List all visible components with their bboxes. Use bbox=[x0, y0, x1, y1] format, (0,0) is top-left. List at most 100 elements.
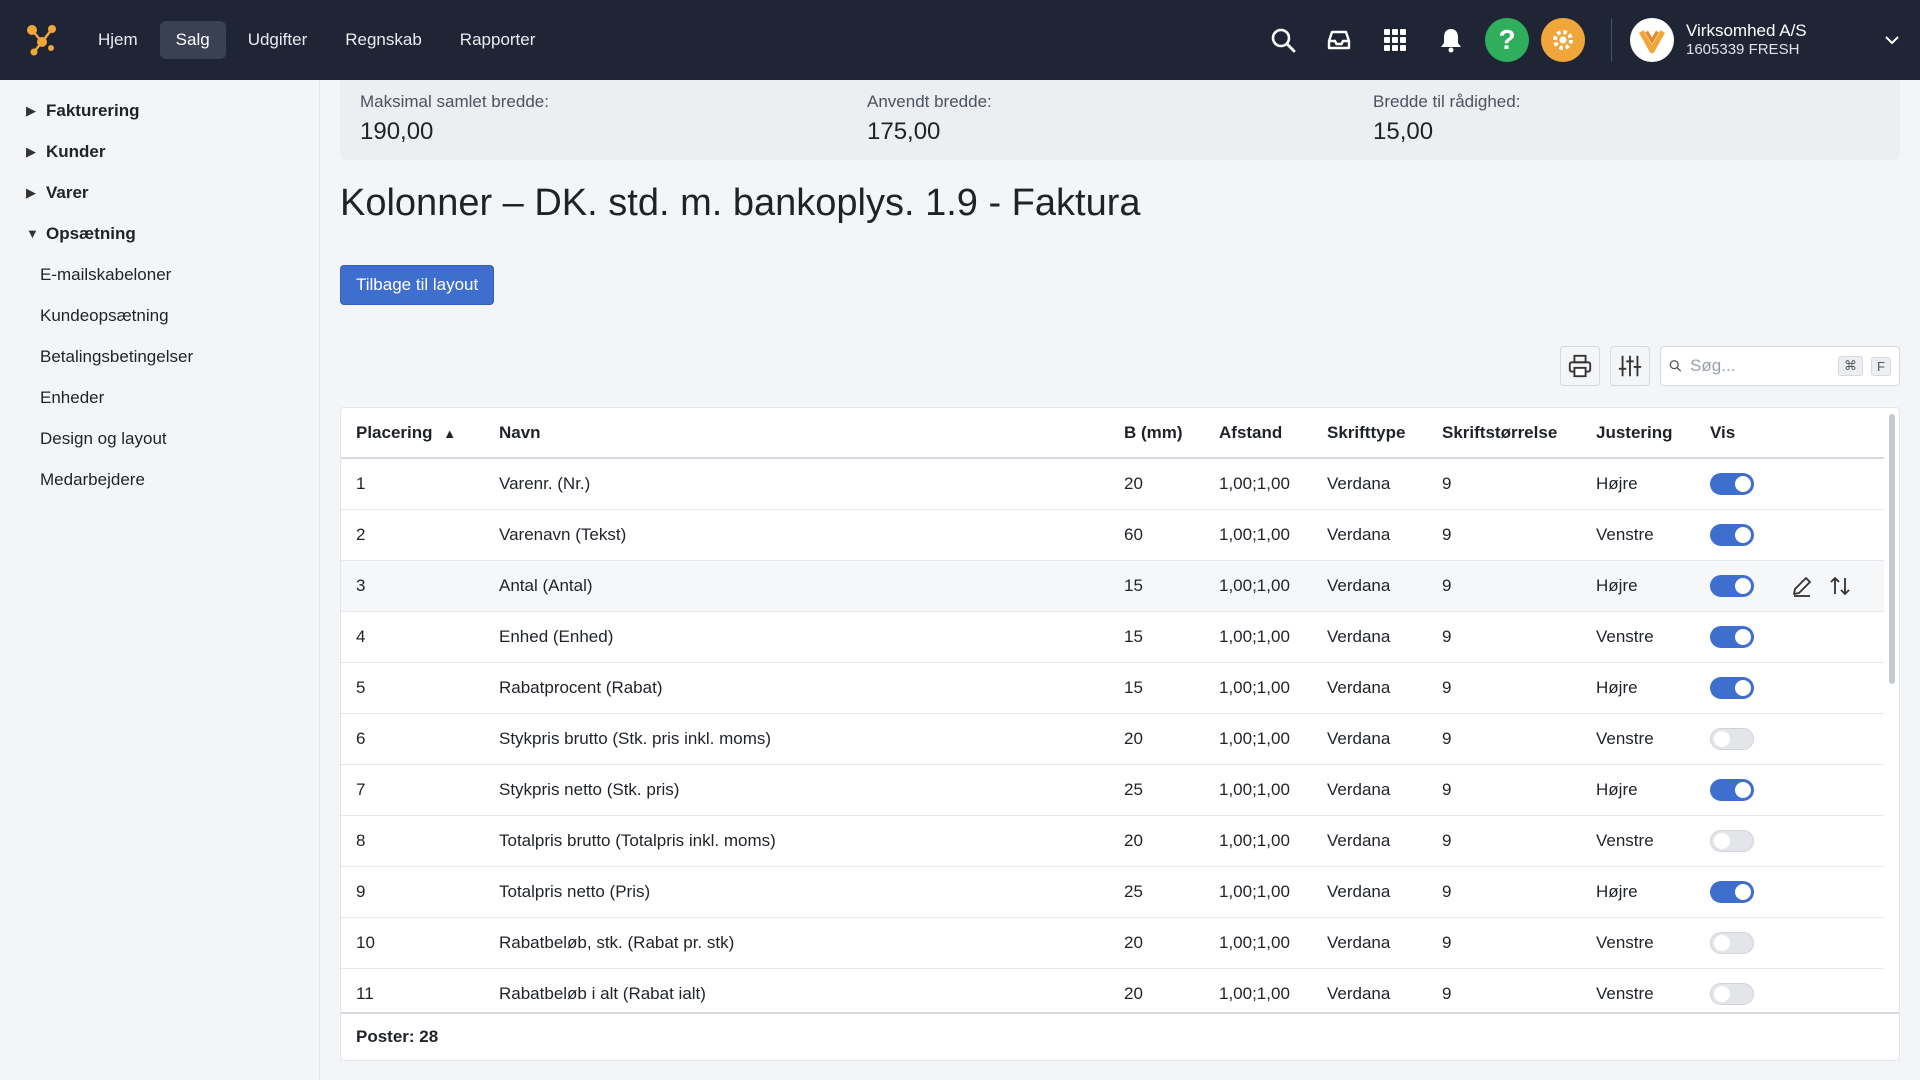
sidebar-group-fakturering[interactable]: ▶ Fakturering bbox=[0, 90, 319, 131]
visibility-toggle[interactable] bbox=[1710, 880, 1754, 903]
sidebar-group-opsaetning[interactable]: ▼ Opsætning bbox=[0, 213, 319, 254]
cell-placering: 3 bbox=[341, 560, 484, 612]
visibility-toggle[interactable] bbox=[1710, 829, 1754, 852]
cell-navn: Varenr. (Nr.) bbox=[484, 458, 1109, 510]
col-header-bredde[interactable]: B (mm) bbox=[1109, 408, 1204, 459]
toggle-knob bbox=[1714, 985, 1730, 1002]
table-row[interactable]: 7 Stykpris netto (Stk. pris) 25 1,00;1,00 Ve… bbox=[341, 764, 1884, 816]
sidebar-item-kundeopsaetning[interactable]: Kundeopsætning bbox=[0, 295, 319, 336]
sidebar-group-varer[interactable]: ▶ Varer bbox=[0, 172, 319, 213]
cell-navn: Totalpris brutto (Totalpris inkl. moms) bbox=[484, 815, 1109, 867]
table-row[interactable]: 1 Varenr. (Nr.) 20 1,00;1,00 Verdana 9 Højre bbox=[341, 458, 1884, 510]
nav-udgifter[interactable]: Udgifter bbox=[232, 21, 324, 59]
cell-actions bbox=[1775, 509, 1884, 561]
table-row[interactable]: 2 Varenavn (Tekst) 60 1,00;1,00 Verdana 9 Vens… bbox=[341, 509, 1884, 561]
table-row[interactable]: 6 Stykpris brutto (Stk. pris inkl. moms) 2… bbox=[341, 713, 1884, 765]
table-scrollbar[interactable] bbox=[1889, 414, 1895, 684]
sidebar-item-emailskabeloner[interactable]: E-mailskabeloner bbox=[0, 254, 319, 295]
visibility-toggle[interactable] bbox=[1710, 778, 1754, 801]
table-row[interactable]: 9 Totalpris netto (Pris) 25 1,00;1,00 Verdan… bbox=[341, 866, 1884, 918]
table-header-row: Placering ▲ Navn B (mm) Afstand Skriftty… bbox=[341, 408, 1884, 459]
cell-vis bbox=[1695, 815, 1775, 867]
search-icon[interactable] bbox=[1263, 20, 1303, 60]
columns-table: Placering ▲ Navn B (mm) Afstand Skriftty… bbox=[341, 408, 1884, 1020]
visibility-toggle[interactable] bbox=[1710, 472, 1754, 495]
edit-pencil-icon[interactable] bbox=[1790, 574, 1814, 598]
cell-justering: Højre bbox=[1581, 764, 1695, 816]
table-toolbar: ⌘ F bbox=[1560, 346, 1900, 386]
visibility-toggle[interactable] bbox=[1710, 523, 1754, 546]
table-row[interactable]: 8 Totalpris brutto (Totalpris inkl. moms)… bbox=[341, 815, 1884, 867]
settings-button[interactable] bbox=[1541, 18, 1585, 62]
cell-afstand: 1,00;1,00 bbox=[1204, 764, 1312, 816]
visibility-toggle[interactable] bbox=[1710, 574, 1754, 597]
row-actions bbox=[1790, 574, 1884, 598]
cell-justering: Venstre bbox=[1581, 917, 1695, 969]
bell-icon[interactable] bbox=[1431, 20, 1471, 60]
visibility-toggle[interactable] bbox=[1710, 727, 1754, 750]
cell-skriftstorrelse: 9 bbox=[1427, 560, 1581, 612]
cell-vis bbox=[1695, 713, 1775, 765]
col-header-placering[interactable]: Placering ▲ bbox=[341, 408, 484, 459]
visibility-toggle[interactable] bbox=[1710, 676, 1754, 699]
cell-skrifttype: Verdana bbox=[1312, 815, 1427, 867]
table-row[interactable]: 5 Rabatprocent (Rabat) 15 1,00;1,00 Verdana 9… bbox=[341, 662, 1884, 714]
app-logo-icon[interactable] bbox=[24, 22, 60, 58]
visibility-toggle[interactable] bbox=[1710, 982, 1754, 1005]
cell-skriftstorrelse: 9 bbox=[1427, 713, 1581, 765]
col-header-skrifttype[interactable]: Skrifttype bbox=[1312, 408, 1427, 459]
cell-placering: 7 bbox=[341, 764, 484, 816]
cell-placering: 8 bbox=[341, 815, 484, 867]
sliders-icon bbox=[1618, 355, 1642, 377]
cell-navn: Rabatprocent (Rabat) bbox=[484, 662, 1109, 714]
col-header-navn[interactable]: Navn bbox=[484, 408, 1109, 459]
sidebar-group-label: Opsætning bbox=[46, 223, 136, 243]
col-header-skriftstorrelse[interactable]: Skriftstørrelse bbox=[1427, 408, 1581, 459]
cell-vis bbox=[1695, 611, 1775, 663]
table-row[interactable]: 10 Rabatbeløb, stk. (Rabat pr. stk) 20 1,00… bbox=[341, 917, 1884, 969]
company-avatar bbox=[1630, 18, 1674, 62]
sidebar-item-enheder[interactable]: Enheder bbox=[0, 377, 319, 418]
page-title: Kolonner – DK. std. m. bankoplys. 1.9 - … bbox=[340, 182, 1141, 224]
table-row[interactable]: 4 Enhed (Enhed) 15 1,00;1,00 Verdana 9 Venstre bbox=[341, 611, 1884, 663]
cell-actions bbox=[1775, 458, 1884, 510]
cell-justering: Højre bbox=[1581, 458, 1695, 510]
cell-placering: 10 bbox=[341, 917, 484, 969]
sidebar-group-kunder[interactable]: ▶ Kunder bbox=[0, 131, 319, 172]
toggle-knob bbox=[1714, 934, 1730, 951]
sidebar-item-medarbejdere[interactable]: Medarbejdere bbox=[0, 459, 319, 500]
sidebar-item-betalingsbetingelser[interactable]: Betalingsbetingelser bbox=[0, 336, 319, 377]
sidebar-item-design-og-layout[interactable]: Design og layout bbox=[0, 418, 319, 459]
cell-bredde: 25 bbox=[1109, 866, 1204, 918]
cell-placering: 9 bbox=[341, 866, 484, 918]
table-row[interactable]: 3 Antal (Antal) 15 1,00;1,00 Verdana 9 Højre bbox=[341, 560, 1884, 612]
cell-skrifttype: Verdana bbox=[1312, 713, 1427, 765]
chevron-down-icon[interactable] bbox=[1884, 32, 1900, 48]
col-header-afstand[interactable]: Afstand bbox=[1204, 408, 1312, 459]
nav-rapporter[interactable]: Rapporter bbox=[444, 21, 552, 59]
visibility-toggle[interactable] bbox=[1710, 931, 1754, 954]
inbox-icon[interactable] bbox=[1319, 20, 1359, 60]
toggle-knob bbox=[1735, 526, 1751, 543]
nav-hjem[interactable]: Hjem bbox=[82, 21, 154, 59]
column-settings-button[interactable] bbox=[1610, 346, 1650, 386]
cell-vis bbox=[1695, 458, 1775, 510]
col-header-justering[interactable]: Justering bbox=[1581, 408, 1695, 459]
search-field[interactable]: ⌘ F bbox=[1660, 346, 1900, 386]
company-switcher[interactable]: Virksomhed A/S 1605339 FRESH bbox=[1630, 18, 1920, 62]
apps-grid-icon[interactable] bbox=[1375, 20, 1415, 60]
cell-bredde: 20 bbox=[1109, 458, 1204, 510]
nav-regnskab[interactable]: Regnskab bbox=[329, 21, 438, 59]
help-button[interactable]: ? bbox=[1485, 18, 1529, 62]
gear-icon bbox=[1553, 30, 1573, 50]
cell-afstand: 1,00;1,00 bbox=[1204, 866, 1312, 918]
nav-salg[interactable]: Salg bbox=[159, 21, 226, 59]
main-nav: Hjem Salg Udgifter Regnskab Rapporter bbox=[82, 21, 551, 59]
visibility-toggle[interactable] bbox=[1710, 625, 1754, 648]
cell-afstand: 1,00;1,00 bbox=[1204, 509, 1312, 561]
back-to-layout-button[interactable]: Tilbage til layout bbox=[340, 265, 495, 305]
search-input[interactable] bbox=[1690, 356, 1831, 376]
reorder-arrows-icon[interactable] bbox=[1828, 574, 1852, 598]
print-button[interactable] bbox=[1560, 346, 1600, 386]
col-header-vis[interactable]: Vis bbox=[1695, 408, 1775, 459]
